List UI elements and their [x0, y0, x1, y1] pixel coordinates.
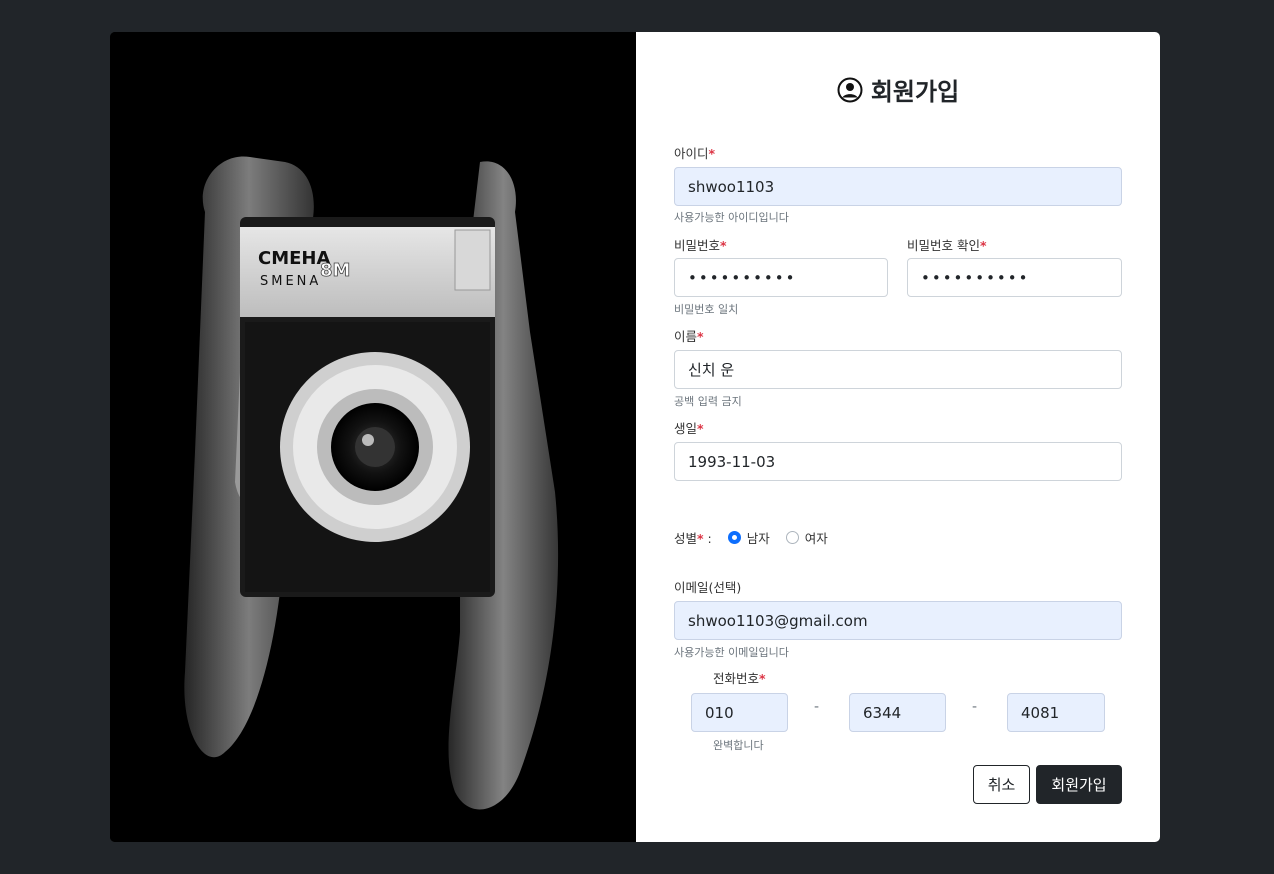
user-circle-icon: [837, 77, 863, 102]
email-input[interactable]: [674, 601, 1122, 640]
password-help-text: 비밀번호 일치: [674, 303, 739, 316]
password-label: 비밀번호*: [674, 238, 727, 253]
phone-part1-input[interactable]: [691, 693, 788, 732]
camera-photo: СМЕНА SMENA 8M: [110, 32, 636, 842]
gender-male-radio[interactable]: [727, 531, 741, 544]
page-title: 회원가입: [636, 72, 1160, 107]
gender-label: 성별* :: [674, 531, 712, 546]
birth-input[interactable]: [674, 442, 1122, 481]
camera-model: 8M: [320, 260, 350, 281]
password-confirm-label: 비밀번호 확인*: [907, 238, 987, 253]
camera-photo-illustration: СМЕНА SMENA 8M: [110, 32, 636, 842]
gender-male-label[interactable]: 남자: [747, 528, 770, 547]
name-input[interactable]: [674, 350, 1122, 389]
camera-brand-latin: SMENA: [260, 274, 321, 289]
birth-label: 생일*: [674, 421, 704, 436]
email-label: 이메일(선택): [674, 580, 742, 595]
phone-dash-1: -: [814, 699, 820, 715]
email-help-text: 사용가능한 이메일입니다: [674, 646, 789, 659]
gender-group: 성별* : 남자 여자: [674, 528, 828, 547]
phone-dash-2: -: [972, 699, 978, 715]
cancel-button[interactable]: 취소: [973, 765, 1030, 804]
gender-female-radio[interactable]: [785, 531, 799, 544]
signup-submit-button[interactable]: 회원가입: [1036, 765, 1122, 804]
id-help-text: 사용가능한 아이디입니다: [674, 211, 789, 224]
phone-help-text: 완벽합니다: [713, 739, 764, 752]
signup-card: СМЕНА SMENA 8M 회원가입 아이디* 사용가능한 아이디: [110, 32, 1160, 842]
signup-form: 회원가입 아이디* 사용가능한 아이디입니다 비밀번호* 비밀번호 확인* 비밀…: [636, 32, 1160, 842]
id-label: 아이디*: [674, 146, 716, 161]
gender-female-label[interactable]: 여자: [805, 528, 828, 547]
phone-part2-input[interactable]: [849, 693, 946, 732]
password-confirm-input[interactable]: [907, 258, 1122, 297]
page-title-text: 회원가입: [870, 78, 960, 106]
phone-part3-input[interactable]: [1007, 693, 1105, 732]
password-input[interactable]: [674, 258, 888, 297]
name-help-text: 공백 입력 금지: [674, 395, 742, 408]
name-label: 이름*: [674, 329, 704, 344]
phone-label: 전화번호*: [713, 671, 766, 686]
id-input[interactable]: [674, 167, 1122, 206]
